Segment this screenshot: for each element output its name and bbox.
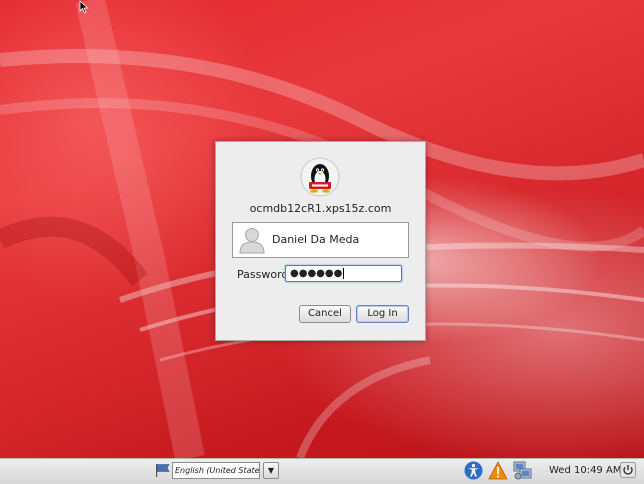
accessibility-icon[interactable] (464, 461, 483, 480)
bottom-panel: English (United States) ▼ Wed 10:49 AM (0, 458, 644, 484)
network-icon[interactable] (512, 460, 533, 481)
clock: Wed 10:49 AM (549, 465, 622, 476)
password-value: ●●●●●● (290, 268, 343, 279)
text-caret (343, 267, 345, 279)
warning-icon[interactable] (488, 461, 508, 480)
login-dialog: ocmdb12cR1.xps15z.com Daniel Da Meda Pas… (215, 141, 426, 341)
user-list-item[interactable]: Daniel Da Meda (232, 222, 409, 258)
oracle-linux-tux-icon (300, 157, 340, 197)
hostname-label: ocmdb12cR1.xps15z.com (249, 202, 392, 215)
mouse-pointer-icon (79, 0, 89, 14)
keyboard-flag-icon[interactable] (155, 463, 170, 477)
user-avatar-icon (239, 228, 265, 254)
language-select[interactable]: English (United States) (172, 462, 260, 479)
login-button[interactable]: Log In (356, 305, 409, 323)
chevron-down-icon[interactable]: ▼ (263, 462, 279, 479)
password-input[interactable]: ●●●●●● (285, 265, 402, 282)
cancel-button[interactable]: Cancel (299, 305, 351, 323)
user-name: Daniel Da Meda (272, 233, 360, 246)
shutdown-icon[interactable] (620, 462, 636, 478)
password-label: Password: (237, 268, 293, 281)
